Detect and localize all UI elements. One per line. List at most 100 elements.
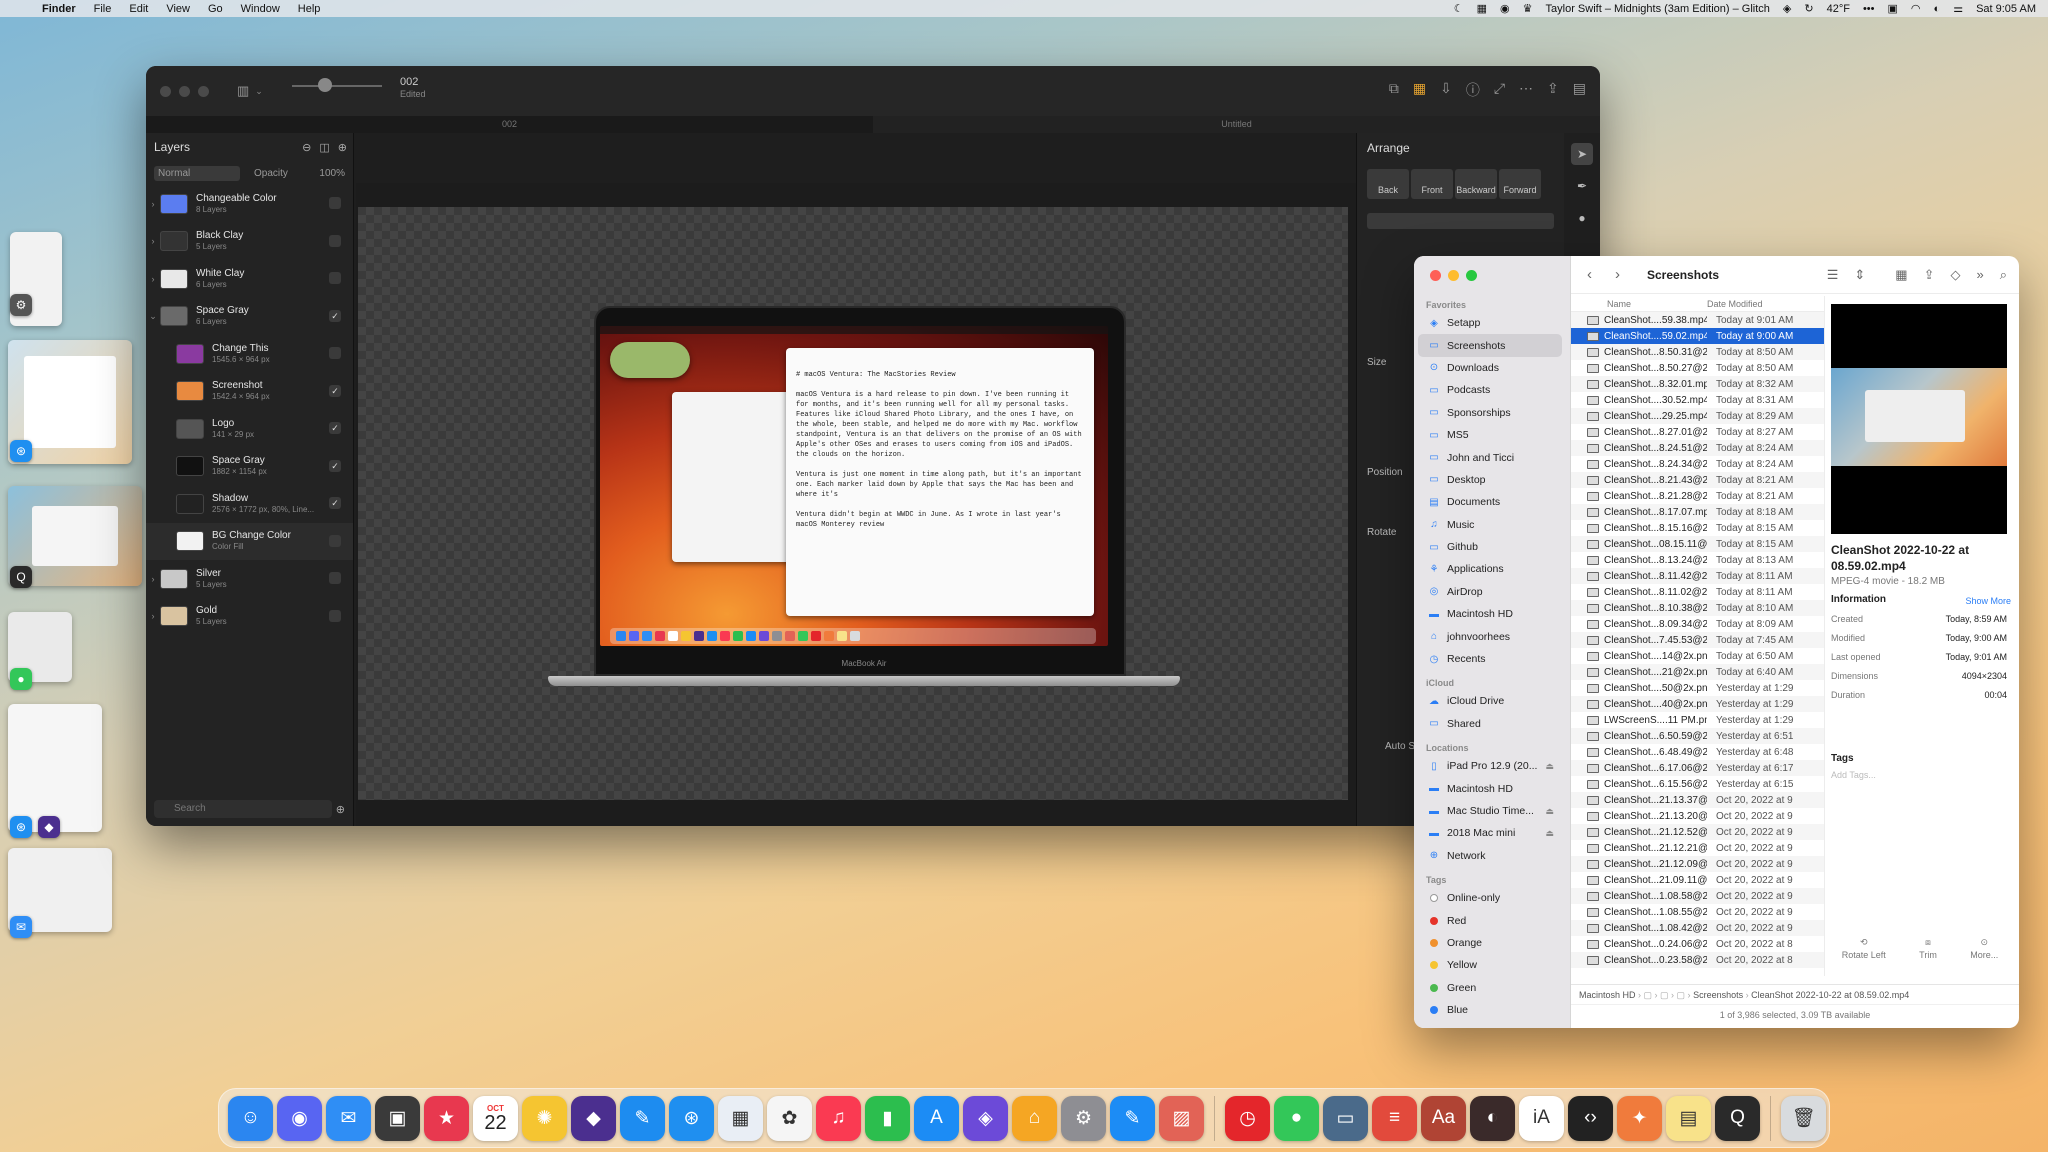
chevron-down-icon[interactable]: ⌄ (146, 311, 160, 322)
calendar-badge-icon[interactable]: ▣ (1888, 2, 1898, 15)
file-row[interactable]: CleanShot...21.09.11@2x Oct 20, 2022 at 9 (1571, 872, 1824, 888)
file-row[interactable]: CleanShot...8.32.01.mp4 Today at 8:32 AM (1571, 376, 1824, 392)
info-icon[interactable]: ⓘ (1466, 80, 1480, 100)
layer-row[interactable]: Space Gray 1882 × 1154 px ✓ (146, 448, 353, 486)
sidebar-item[interactable]: ▭ John and Ticci (1414, 446, 1562, 468)
file-row[interactable]: LWScreenS....11 PM.png Yesterday at 1:29 (1571, 712, 1824, 728)
sidebar-item[interactable]: ▬ Macintosh HD (1414, 603, 1562, 625)
dock-numbers-icon[interactable]: ▮ (865, 1095, 910, 1141)
column-name[interactable]: Name (1571, 296, 1701, 311)
file-row[interactable]: CleanShot....29.25.mp4 Today at 8:29 AM (1571, 408, 1824, 424)
layer-row[interactable]: Screenshot 1542.4 × 964 px ✓ (146, 373, 353, 411)
resize-icon[interactable]: ⤢ (1494, 80, 1505, 100)
sidebar-item[interactable]: ▭ Github (1414, 536, 1562, 558)
search-icon[interactable]: ⌕ (2000, 267, 2007, 283)
dock-pages-icon[interactable]: ✎ (1110, 1095, 1155, 1141)
file-row[interactable]: CleanShot...8.27.01@2x Today at 8:27 AM (1571, 424, 1824, 440)
crop-icon[interactable]: ⧉ (1389, 80, 1399, 100)
bring-front-button[interactable]: Front (1411, 169, 1453, 199)
eject-icon[interactable]: ⏏ (1545, 761, 1554, 772)
layer-row[interactable]: › Black Clay 5 Layers (146, 223, 353, 261)
file-row[interactable]: CleanShot...1.08.42@2x Oct 20, 2022 at 9 (1571, 920, 1824, 936)
sidebar-item[interactable]: ▤ Documents (1414, 491, 1562, 513)
file-row[interactable]: CleanShot...8.15.16@2x Today at 8:15 AM (1571, 520, 1824, 536)
dock-shortcuts-icon[interactable]: ◈ (963, 1095, 1008, 1141)
dock-script-editor-icon[interactable]: ‹› (1568, 1095, 1613, 1141)
share-icon[interactable]: ⇪ (1924, 267, 1935, 283)
column-date[interactable]: Date Modified (1701, 296, 1763, 311)
group-icon[interactable]: ▦ (1895, 267, 1907, 283)
more-icon[interactable]: ••• (1863, 3, 1875, 15)
chevron-right-icon[interactable]: › (146, 199, 160, 209)
file-row[interactable]: CleanShot...8.21.28@2x Today at 8:21 AM (1571, 488, 1824, 504)
alfred-icon[interactable]: ♛ (1523, 2, 1533, 15)
export-icon[interactable]: ⇩ (1440, 80, 1452, 100)
minimize-button[interactable] (1448, 270, 1459, 281)
control-center-icon[interactable]: ⚌ (1953, 2, 1963, 15)
blend-mode-select[interactable]: Normal (154, 165, 240, 181)
dock-timing-icon[interactable]: ◷ (1225, 1095, 1270, 1141)
visibility-checkbox[interactable]: ✓ (329, 384, 341, 397)
path-drive[interactable]: Macintosh HD (1579, 990, 1636, 1000)
file-row[interactable]: CleanShot...6.50.59@2x Yesterday at 6:51 (1571, 728, 1824, 744)
visibility-checkbox[interactable] (329, 234, 341, 247)
file-row[interactable]: CleanShot....21@2x.png Today at 6:40 AM (1571, 664, 1824, 680)
wifi-icon[interactable]: ◠ (1911, 2, 1921, 15)
file-row[interactable]: CleanShot...8.09.34@2x Today at 8:09 AM (1571, 616, 1824, 632)
share-icon[interactable]: ⇪ (1547, 80, 1559, 100)
menu-file[interactable]: File (94, 3, 112, 15)
sidebar-item[interactable]: ▬ Macintosh HD (1414, 777, 1562, 799)
sidebar-item[interactable]: ⚘ Applications (1414, 558, 1562, 580)
file-row[interactable]: CleanShot...21.12.09@2x Oct 20, 2022 at 9 (1571, 856, 1824, 872)
sidebar-item[interactable]: ♫ Music (1414, 514, 1562, 536)
layer-search-input[interactable]: Search (154, 800, 332, 818)
dock-music-icon[interactable]: ♫ (816, 1095, 861, 1141)
layer-row[interactable]: Logo 141 × 29 px ✓ (146, 410, 353, 448)
layer-row[interactable]: ⌄ Space Gray 6 Layers ✓ (146, 298, 353, 336)
dock-craft-icon[interactable]: ▣ (375, 1095, 420, 1141)
file-row[interactable]: CleanShot...8.50.27@2x Today at 8:50 AM (1571, 360, 1824, 376)
chevron-down-icon[interactable]: ⌄ (255, 86, 263, 97)
dock-obsidian-icon[interactable]: ◆ (571, 1095, 616, 1141)
file-row[interactable]: CleanShot...6.15.56@2x Yesterday at 6:15 (1571, 776, 1824, 792)
dock-mela-icon[interactable]: ≡ (1372, 1095, 1417, 1141)
visibility-checkbox[interactable] (329, 609, 341, 622)
file-row[interactable]: CleanShot...8.17.07.mp4 Today at 8:18 AM (1571, 504, 1824, 520)
dock-launchpad-icon[interactable]: ▦ (718, 1095, 763, 1141)
visibility-checkbox[interactable] (329, 272, 341, 284)
add-tags-input[interactable]: Add Tags... (1831, 770, 1876, 780)
dock-capture-icon[interactable]: ▭ (1323, 1095, 1368, 1141)
dock-finder-icon[interactable]: ☺ (228, 1095, 273, 1141)
file-row[interactable]: CleanShot....59.38.mp4 Today at 9:01 AM (1571, 312, 1824, 328)
tag-item[interactable]: Online-only (1414, 887, 1562, 909)
pen-tool-icon[interactable]: ✒ (1571, 175, 1593, 197)
visibility-checkbox[interactable] (329, 197, 341, 209)
visibility-checkbox[interactable]: ✓ (329, 459, 341, 472)
back-icon[interactable]: ‹ (1587, 266, 1615, 283)
sidebar-item[interactable]: ▭ Screenshots (1418, 334, 1562, 357)
eject-icon[interactable]: ⏏ (1545, 828, 1554, 839)
paint-tool-icon[interactable]: ● (1571, 207, 1593, 229)
now-playing[interactable]: Taylor Swift – Midnights (3am Edition) –… (1546, 3, 1770, 15)
visibility-checkbox[interactable]: ✓ (329, 309, 341, 322)
file-row[interactable]: CleanShot....50@2x.png Yesterday at 1:29 (1571, 680, 1824, 696)
sidebar-item[interactable]: ◈ Setapp (1414, 312, 1562, 334)
list-view-icon[interactable]: ☰ (1827, 267, 1839, 283)
dock-calendar-icon[interactable]: OCT 22 (473, 1095, 518, 1141)
more-toolbar-icon[interactable]: » (1976, 267, 1983, 283)
clock[interactable]: Sat 9:05 AM (1976, 3, 2036, 15)
file-row[interactable]: CleanShot...8.13.24@2x Today at 8:13 AM (1571, 552, 1824, 568)
file-row[interactable]: CleanShot...8.11.42@2x Today at 8:11 AM (1571, 568, 1824, 584)
layer-row[interactable]: › Changeable Color 8 Layers (146, 185, 353, 223)
menu-window[interactable]: Window (241, 3, 280, 15)
dock-photos-icon[interactable]: ✿ (767, 1095, 812, 1141)
layer-row[interactable]: › Gold 5 Layers (146, 598, 353, 636)
file-row[interactable]: CleanShot...6.17.06@2x Yesterday at 6:17 (1571, 760, 1824, 776)
forward-icon[interactable]: › (1615, 266, 1643, 283)
sidebar-item[interactable]: ▬ 2018 Mac mini ⏏ (1414, 822, 1562, 844)
bring-forward-button[interactable]: Forward (1499, 169, 1541, 199)
dock-preview-icon[interactable]: ▨ (1159, 1095, 1204, 1141)
dock-discord-icon[interactable]: ◉ (277, 1095, 322, 1141)
tag-item[interactable]: Orange (1414, 932, 1562, 954)
sidebar-item[interactable]: ▯ iPad Pro 12.9 (20... ⏏ (1414, 755, 1562, 777)
